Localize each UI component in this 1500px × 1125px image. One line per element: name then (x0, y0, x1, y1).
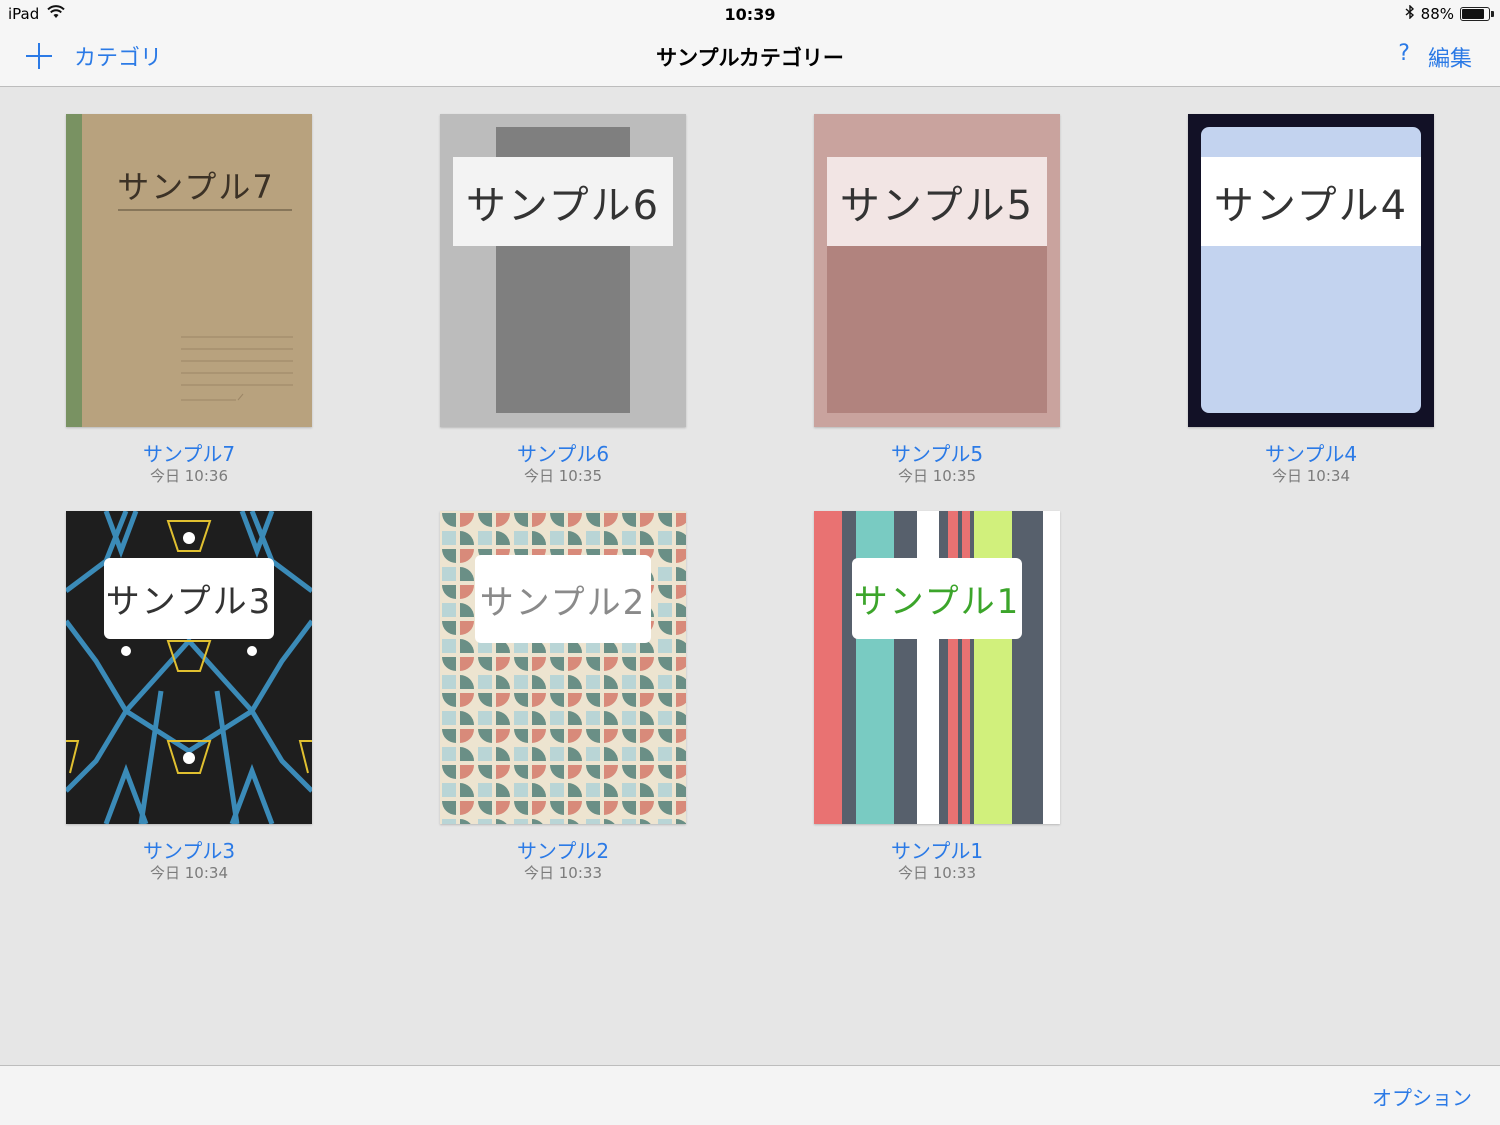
notebook-title[interactable]: サンプル7 (26, 438, 352, 467)
notebook-date: 今日 10:34 (1272, 467, 1350, 485)
notebook-date: 今日 10:34 (150, 864, 228, 882)
notebook-title[interactable]: サンプル2 (400, 835, 726, 864)
notebook-date: 今日 10:35 (524, 467, 602, 485)
status-bar: iPad 10:39 88% (0, 0, 1500, 28)
notebook-cover[interactable]: サンプル4 (1188, 114, 1434, 427)
page-title: サンプルカテゴリー (656, 46, 844, 70)
battery-percent: 88% (1420, 5, 1454, 23)
top-bar: iPad 10:39 88% カテゴリ サンプルカテゴリー ? 編集 (0, 0, 1500, 87)
notebook-title[interactable]: サンプル5 (774, 438, 1100, 467)
cover-label: サンプル1 (853, 582, 1021, 622)
notebook-title[interactable]: サンプル4 (1148, 438, 1474, 467)
edit-button[interactable]: 編集 (1428, 41, 1472, 73)
notebook-cover[interactable]: サンプル1 (814, 511, 1060, 824)
navigation-bar: カテゴリ サンプルカテゴリー ? 編集 (0, 30, 1500, 86)
nav-right: ? 編集 (1398, 41, 1472, 73)
notebook-title[interactable]: サンプル3 (26, 835, 352, 864)
notebook-cover[interactable]: サンプル7 (66, 114, 312, 427)
notebook-title[interactable]: サンプル6 (400, 438, 726, 467)
notebook-cover[interactable]: サンプル3 (66, 511, 312, 824)
cover-label: サンプル2 (479, 582, 647, 623)
cover-label: サンプル7 (117, 168, 275, 206)
help-button[interactable]: ? (1398, 41, 1410, 73)
cover-label: サンプル5 (839, 182, 1035, 229)
cover-label: サンプル3 (105, 582, 273, 622)
notebook-date: 今日 10:35 (898, 467, 976, 485)
notebook-title[interactable]: サンプル1 (774, 835, 1100, 864)
options-button[interactable]: オプション (1372, 1082, 1472, 1111)
battery-icon (1460, 7, 1494, 21)
cover-label: サンプル6 (465, 182, 661, 229)
bottom-toolbar: オプション (0, 1065, 1500, 1125)
battery-level (1462, 9, 1484, 19)
notebook-date: 今日 10:33 (898, 864, 976, 882)
cover-label: サンプル4 (1213, 182, 1409, 229)
notebook-date: 今日 10:33 (524, 864, 602, 882)
notebook-date: 今日 10:36 (150, 467, 228, 485)
notebook-cover[interactable]: サンプル2 (440, 511, 686, 824)
status-time: 10:39 (724, 5, 776, 24)
status-right: 88% (1405, 4, 1494, 23)
notebook-cover[interactable]: サンプル5 (814, 114, 1060, 427)
notebook-cover[interactable]: サンプル6 (440, 114, 686, 427)
bluetooth-icon (1405, 4, 1415, 23)
